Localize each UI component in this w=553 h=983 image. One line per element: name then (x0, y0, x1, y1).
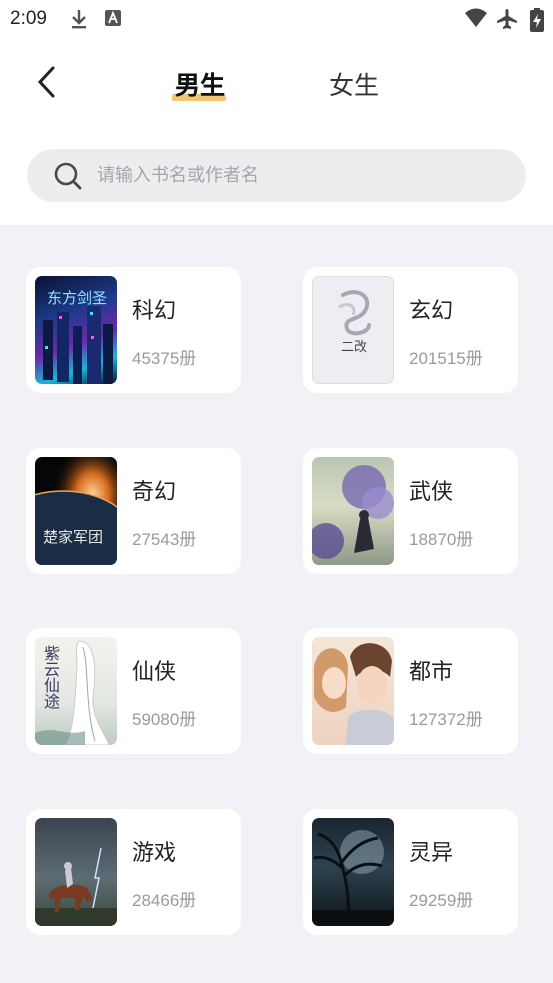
book-cover-image (312, 637, 394, 745)
airplane-mode-icon (496, 8, 518, 34)
battery-charging-icon (530, 8, 544, 36)
tab-female[interactable]: 女生 (326, 66, 382, 102)
category-count: 127372册 (409, 710, 483, 729)
top-area: 2:09 男生 男生 女生 (0, 0, 553, 225)
category-card-game[interactable]: 游戏 28466册 (26, 809, 241, 935)
category-name: 都市 (409, 660, 454, 685)
cover-title: 紫云仙途 (41, 645, 60, 709)
app-notification-icon (104, 8, 122, 32)
category-count: 27543册 (132, 530, 197, 549)
book-cover-image (312, 457, 394, 565)
category-count: 201515册 (409, 349, 483, 368)
category-name: 科幻 (132, 299, 177, 324)
category-card-wuxia[interactable]: 武侠 18870册 (303, 448, 518, 574)
book-cover-image: 楚家军团 (35, 457, 117, 565)
status-time: 2:09 (10, 8, 47, 29)
category-name: 灵异 (409, 841, 454, 866)
book-cover-image (35, 818, 117, 926)
category-count: 45375册 (132, 349, 197, 368)
book-cover-image: 东方剑圣 (35, 276, 117, 384)
tab-male-label: 男生 (174, 71, 225, 100)
category-name: 游戏 (132, 841, 177, 866)
search-input[interactable] (97, 149, 497, 202)
book-cover-image (312, 818, 394, 926)
category-count: 28466册 (132, 891, 197, 910)
category-card-urban[interactable]: 都市 127372册 (303, 628, 518, 754)
cover-title: 楚家军团 (43, 528, 104, 546)
category-name: 仙侠 (132, 660, 177, 685)
category-card-scifi[interactable]: 东方剑圣 科幻 45375册 (26, 267, 241, 393)
wifi-icon (464, 8, 488, 32)
category-card-xianxia[interactable]: 紫云仙途 仙侠 59080册 (26, 628, 241, 754)
cover-title: 东方剑圣 (47, 289, 108, 307)
back-button[interactable] (26, 60, 66, 104)
search-box[interactable] (27, 149, 526, 202)
chevron-left-icon (37, 66, 55, 98)
category-count: 59080册 (132, 710, 197, 729)
cover-title: 二改 (341, 340, 368, 355)
category-card-xuanhuan[interactable]: 二改 玄幻 201515册 (303, 267, 518, 393)
category-name: 武侠 (409, 480, 454, 505)
category-count: 29259册 (409, 891, 474, 910)
book-cover-image: 二改 (312, 276, 394, 384)
search-icon (53, 161, 83, 195)
book-cover-image: 紫云仙途 (35, 637, 117, 745)
download-icon (70, 8, 88, 34)
status-bar: 2:09 (0, 0, 553, 38)
category-card-supernatural[interactable]: 灵异 29259册 (303, 809, 518, 935)
category-count: 18870册 (409, 530, 474, 549)
category-name: 玄幻 (409, 299, 454, 324)
category-name: 奇幻 (132, 480, 177, 505)
category-card-fantasy[interactable]: 楚家军团 奇幻 27543册 (26, 448, 241, 574)
